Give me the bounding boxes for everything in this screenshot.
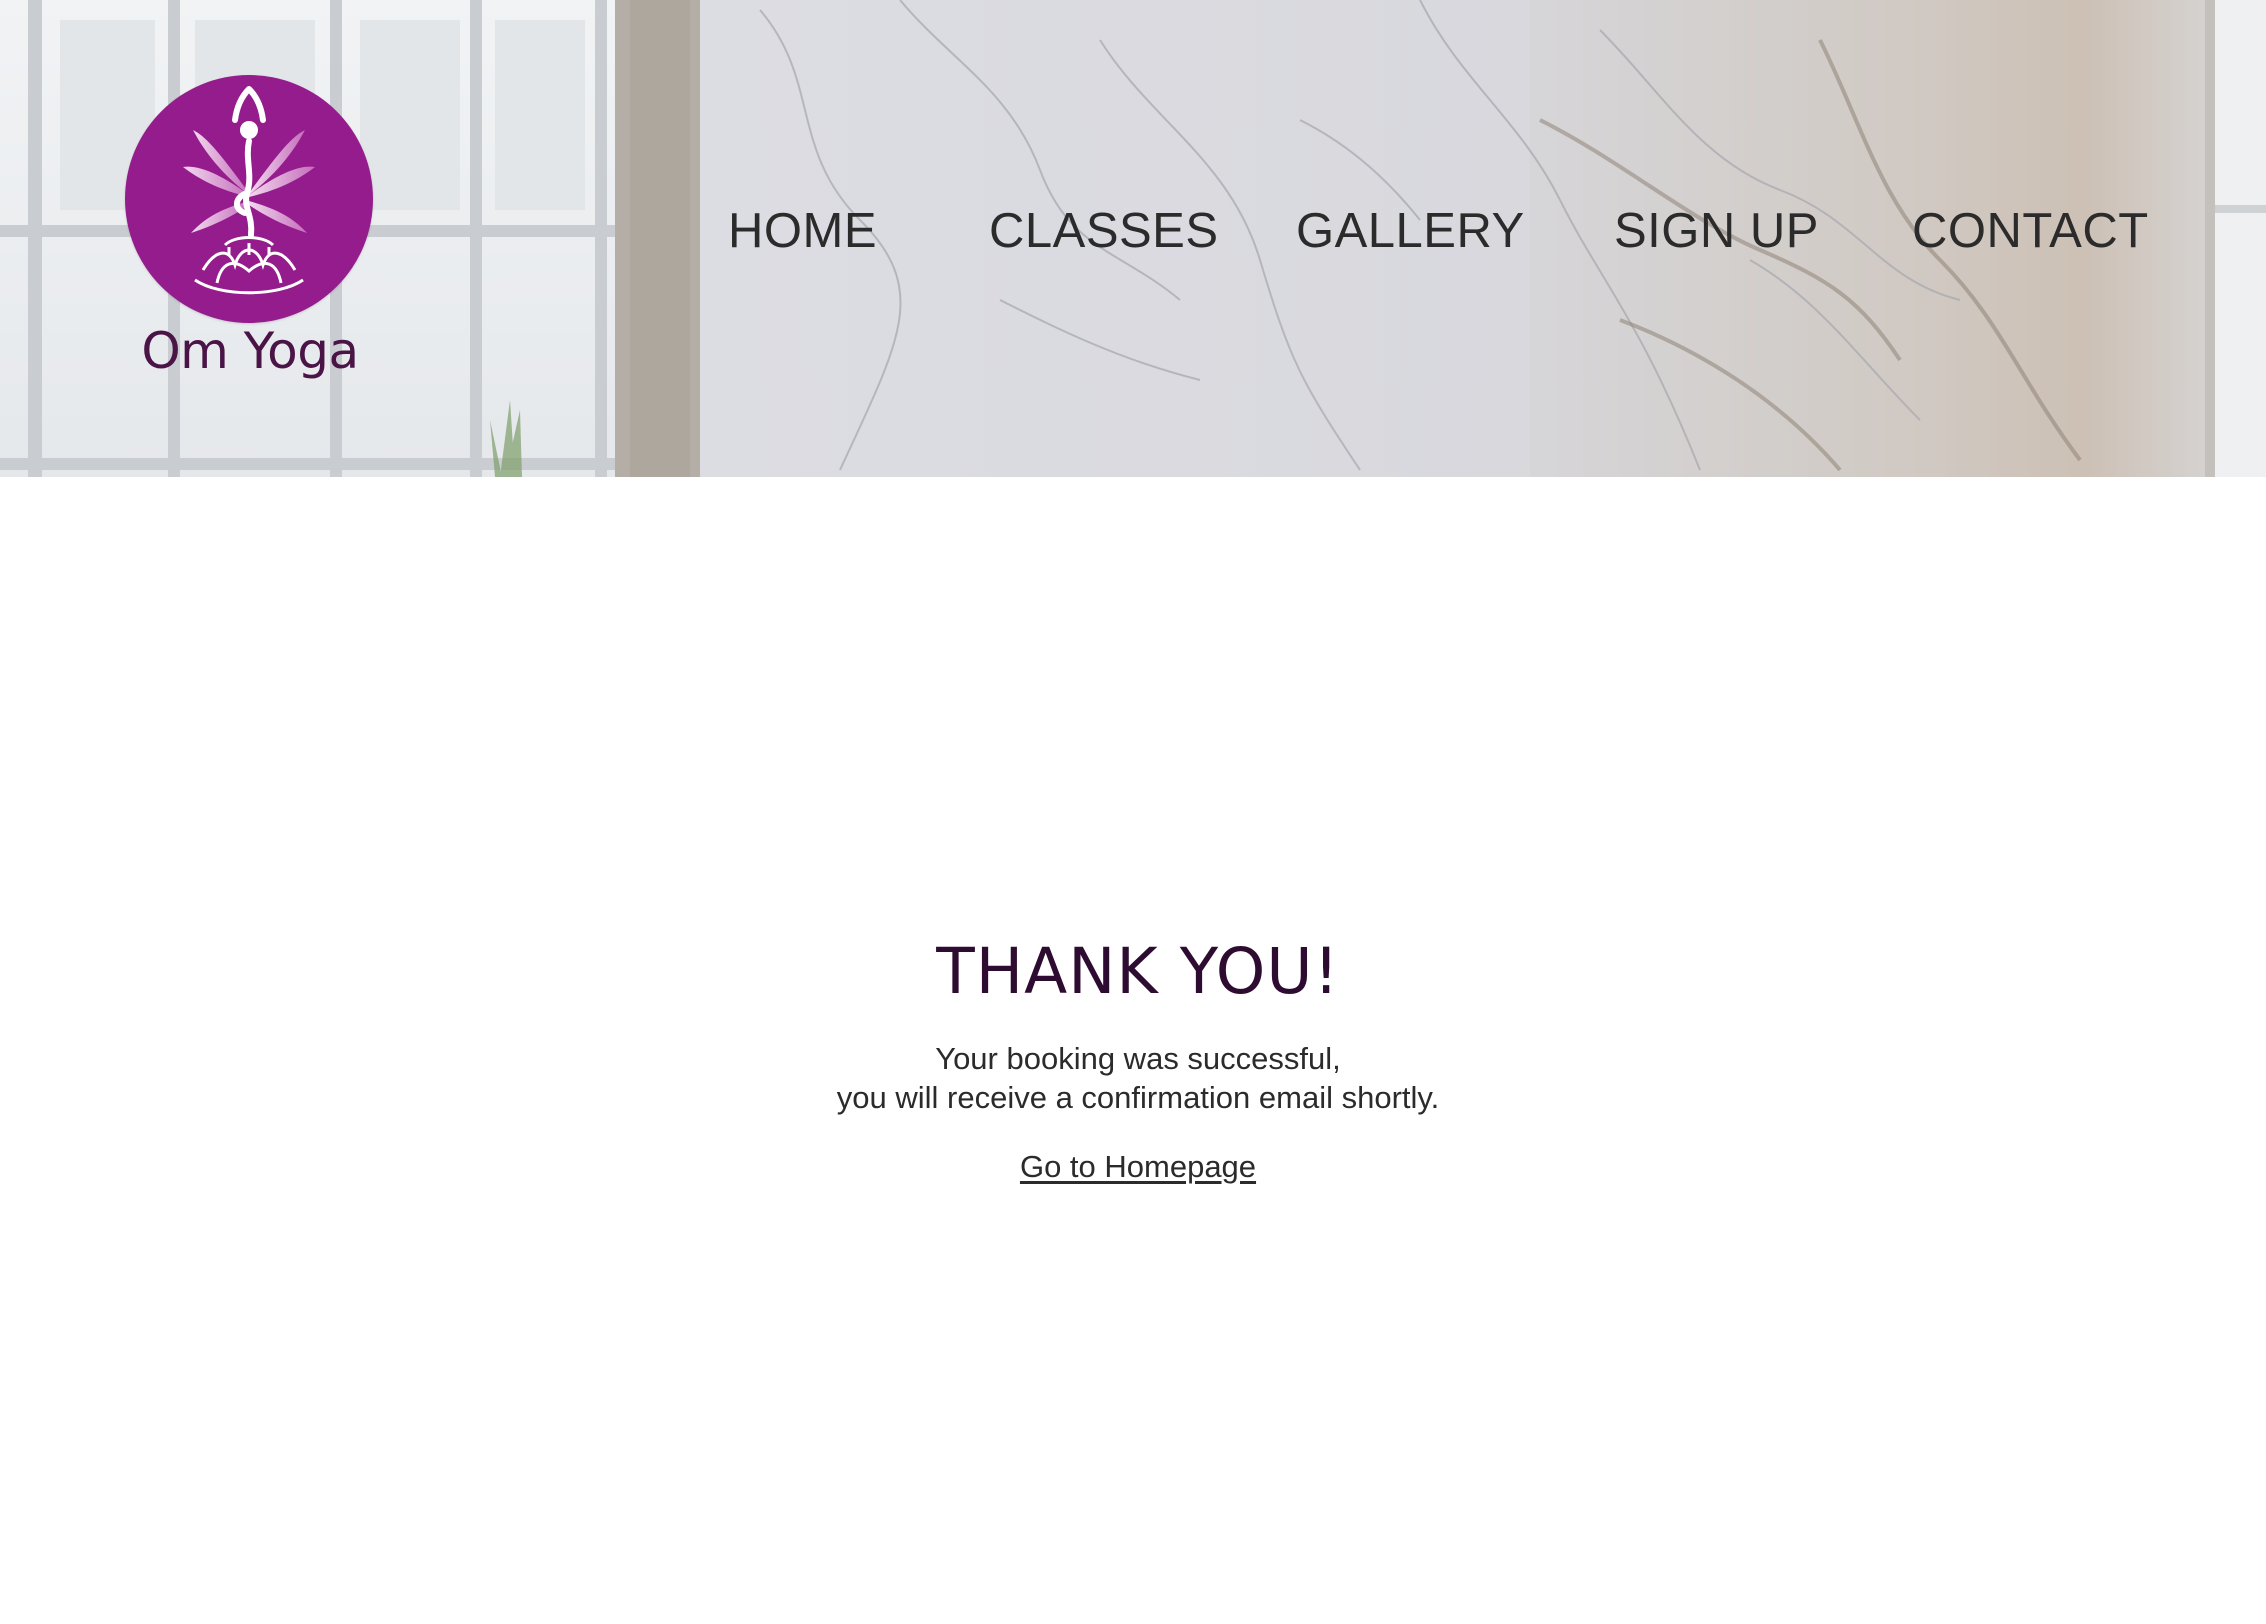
nav-item-sign-up[interactable]: SIGN UP — [1614, 200, 1819, 262]
nav-item-gallery[interactable]: GALLERY — [1296, 200, 1525, 262]
homepage-link-wrapper: Go to Homepage — [0, 1147, 2266, 1187]
yoga-tree-pose-lotus-icon — [125, 75, 373, 323]
brand-name: Om Yoga — [141, 322, 359, 380]
go-to-homepage-link[interactable]: Go to Homepage — [1020, 1149, 1256, 1184]
confirmation-line-1: Your booking was successful, — [935, 1041, 1341, 1076]
confirmation-line-2: you will receive a confirmation email sh… — [836, 1080, 1440, 1115]
page: Om Yoga HOME CLASSES GALLERY SIGN UP CON… — [0, 0, 2266, 1624]
nav-item-contact[interactable]: CONTACT — [1912, 200, 2149, 262]
nav-item-home[interactable]: HOME — [728, 200, 877, 262]
main-nav: HOME CLASSES GALLERY SIGN UP CONTACT — [0, 200, 2266, 270]
nav-item-classes[interactable]: CLASSES — [989, 200, 1219, 262]
thank-you-heading: THANK YOU! — [936, 935, 1340, 1008]
confirmation-message: Your booking was successful, you will re… — [0, 1039, 2266, 1117]
site-header: Om Yoga HOME CLASSES GALLERY SIGN UP CON… — [0, 0, 2266, 477]
